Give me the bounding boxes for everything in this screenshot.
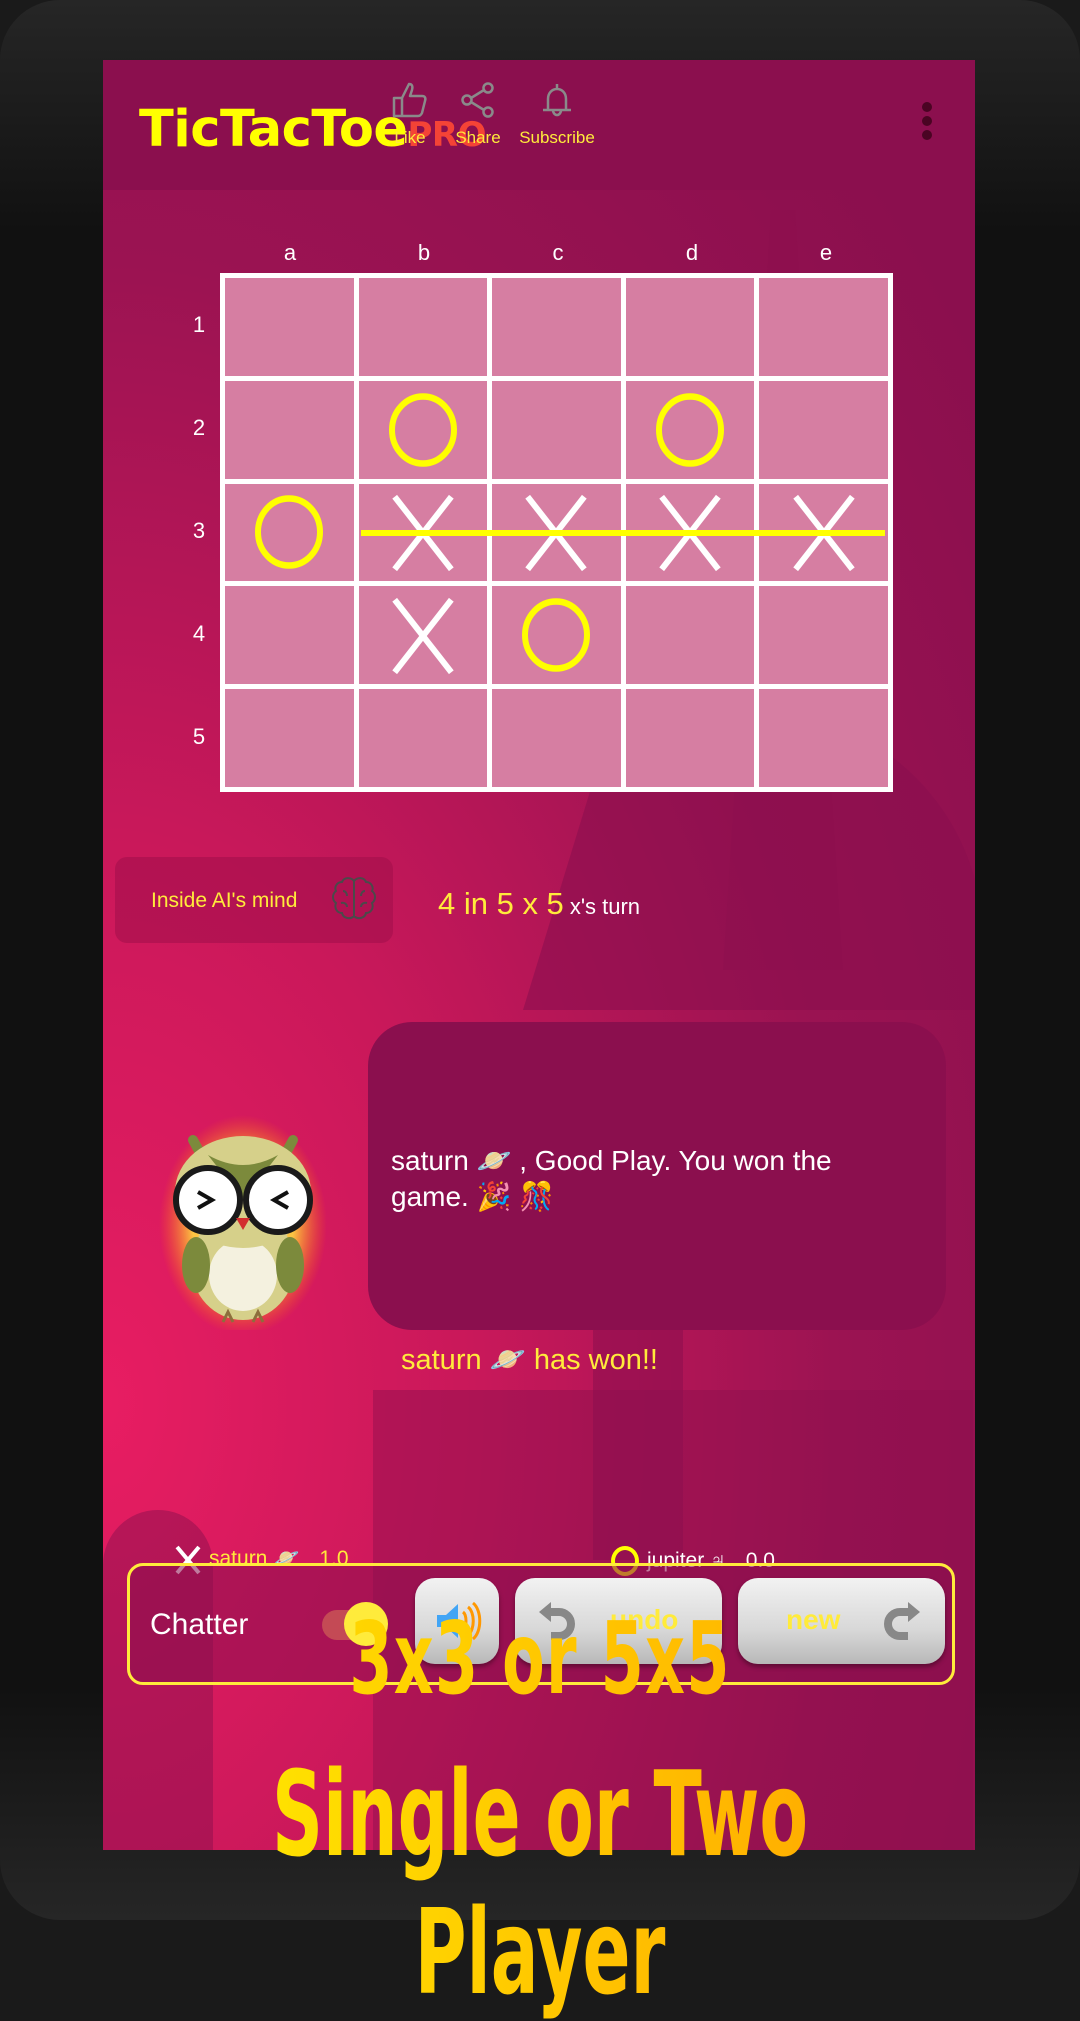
- share-button[interactable]: Share: [438, 80, 518, 148]
- board-cell-d5[interactable]: [625, 689, 755, 787]
- board-cell-e2[interactable]: [759, 380, 888, 479]
- chat-bubble: saturn 🪐 , Good Play. You won the game. …: [368, 1022, 946, 1330]
- row-label: 2: [192, 415, 206, 440]
- board-cell-d1[interactable]: [625, 278, 755, 376]
- row-label: 5: [192, 724, 206, 749]
- board-cell-b5[interactable]: [358, 689, 488, 787]
- board-cell-a1[interactable]: [225, 278, 354, 376]
- more-vert-icon: [922, 102, 932, 112]
- menu-dot: [922, 116, 932, 126]
- board-cell-a3[interactable]: [225, 483, 354, 582]
- column-label: e: [819, 240, 833, 265]
- board-cell-b4[interactable]: [358, 586, 488, 685]
- board-cell-d2[interactable]: [625, 380, 755, 479]
- game-status: 4 in 5 x 5 x's turn: [438, 886, 640, 922]
- brain-icon: [332, 877, 376, 920]
- inside-ai-mind-label: Inside AI's mind: [151, 889, 298, 912]
- board-cell-b2[interactable]: [358, 380, 488, 479]
- o-mark: [388, 392, 457, 467]
- share-icon: [461, 82, 494, 118]
- menu-dot: [922, 130, 932, 140]
- app-header: TicTacToePRO Like Share Subscribe: [103, 60, 975, 190]
- board-cell-a2[interactable]: [225, 380, 354, 479]
- board-cell-c2[interactable]: [492, 380, 621, 479]
- subscribe-label: Subscribe: [519, 128, 595, 147]
- o-mark: [656, 392, 725, 467]
- game-mode-text: 4 in 5 x 5: [438, 886, 564, 921]
- board-cell-e4[interactable]: [759, 586, 888, 685]
- redo-arrow-icon: [884, 1602, 920, 1640]
- board-cell-e1[interactable]: [759, 278, 888, 376]
- thumbs-up-icon: [392, 82, 427, 118]
- board-cell-b1[interactable]: [358, 278, 488, 376]
- subscribe-button[interactable]: Subscribe: [509, 80, 605, 148]
- like-label: Like: [394, 128, 426, 147]
- column-label: c: [552, 240, 564, 265]
- share-label: Share: [455, 128, 501, 147]
- more-menu-button[interactable]: [915, 102, 939, 148]
- row-label: 3: [192, 518, 206, 543]
- winning-line: [361, 530, 885, 536]
- column-label: a: [283, 240, 297, 265]
- board-cell-c4[interactable]: [492, 586, 621, 685]
- board-cell-d4[interactable]: [625, 586, 755, 685]
- app-screen: TicTacToePRO Like Share Subscribe a b c …: [103, 60, 975, 1850]
- row-label: 4: [192, 621, 206, 646]
- inside-ai-mind-button[interactable]: Inside AI's mind: [115, 857, 393, 943]
- winner-announcement: saturn 🪐 has won!!: [401, 1344, 658, 1376]
- board-cell-c1[interactable]: [492, 278, 621, 376]
- board-cell-c5[interactable]: [492, 689, 621, 787]
- board-cell-a5[interactable]: [225, 689, 354, 787]
- row-label: 1: [192, 312, 206, 337]
- column-label: b: [417, 240, 431, 265]
- turn-indicator: x's turn: [569, 894, 641, 919]
- promo-player-modes: Single or Two Player: [216, 1745, 864, 2021]
- board-cell-a4[interactable]: [225, 586, 354, 685]
- chat-message: saturn 🪐 , Good Play. You won the game. …: [391, 1145, 832, 1212]
- bell-icon: [543, 84, 571, 117]
- column-label: d: [685, 240, 699, 265]
- owl-mascot-avatar: [159, 1115, 327, 1330]
- promo-board-sizes: 3x3 or 5x5: [205, 1600, 875, 1717]
- o-mark: [255, 495, 324, 570]
- x-mark: [384, 596, 462, 674]
- o-mark: [522, 598, 591, 673]
- app-title-text: TicTacToe: [139, 100, 408, 159]
- board-cell-e5[interactable]: [759, 689, 888, 787]
